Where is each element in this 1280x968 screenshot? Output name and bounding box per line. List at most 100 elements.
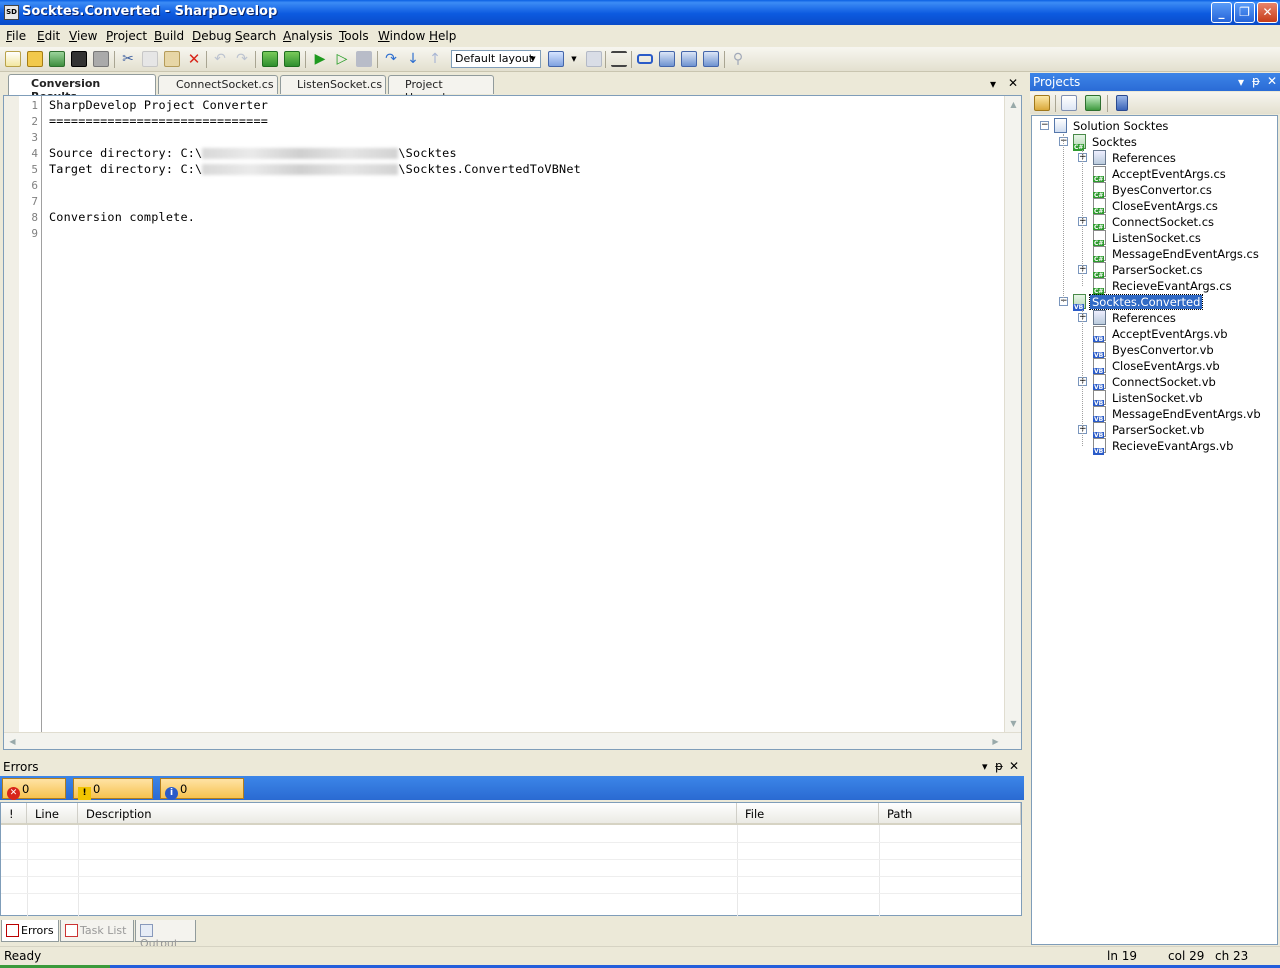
messages-filter-button[interactable]: i0 Messages bbox=[160, 778, 244, 814]
tree-item[interactable]: C# ParserSocket.cs bbox=[1093, 262, 1204, 279]
errors-list[interactable]: ! Line Description File Path bbox=[0, 802, 1022, 917]
layout-dropdown[interactable]: Default layout ▼ bbox=[451, 50, 541, 68]
tree-item[interactable]: C# ByesConvertor.cs bbox=[1093, 182, 1214, 199]
undo-icon[interactable]: ↶ bbox=[212, 51, 228, 67]
errors-pane-dropdown[interactable]: ▾ bbox=[982, 760, 988, 773]
tree-item[interactable]: C# ListenSocket.cs bbox=[1093, 230, 1203, 247]
tree-item[interactable]: VB ParserSocket.vb bbox=[1093, 422, 1206, 439]
menu-debug[interactable]: Debug bbox=[192, 29, 231, 43]
scroll-left-icon[interactable]: ◀ bbox=[4, 733, 21, 750]
tree-item[interactable]: C# MessageEndEventArgs.cs bbox=[1093, 246, 1261, 263]
sharpdevelop-app-icon[interactable]: SD bbox=[4, 5, 19, 20]
copy-icon[interactable] bbox=[142, 51, 158, 67]
minimize-button[interactable]: _ bbox=[1211, 2, 1232, 23]
tab-output[interactable]: Output bbox=[135, 920, 196, 950]
show-all-files-icon[interactable] bbox=[1116, 95, 1128, 111]
editor-horizontal-scrollbar[interactable]: ◀ ▶ bbox=[4, 732, 1021, 749]
tree-item[interactable]: C# AcceptEventArgs.cs bbox=[1093, 166, 1228, 183]
scroll-up-icon[interactable]: ▲ bbox=[1005, 96, 1022, 113]
tab-conversion-results[interactable]: Conversion Results bbox=[8, 74, 156, 103]
menu-search[interactable]: Search bbox=[235, 29, 276, 43]
menu-build[interactable]: Build bbox=[154, 29, 184, 43]
step-out-icon[interactable]: ↑ bbox=[427, 51, 443, 67]
column-header-description[interactable]: Description bbox=[78, 803, 737, 825]
column-header-severity[interactable]: ! bbox=[1, 803, 27, 825]
tree-item[interactable]: VB Socktes.Converted bbox=[1073, 294, 1204, 311]
paste-icon[interactable] bbox=[164, 51, 180, 67]
menu-view[interactable]: View bbox=[69, 29, 97, 43]
redo-icon[interactable]: ↷ bbox=[234, 51, 250, 67]
menu-help[interactable]: Help bbox=[429, 29, 456, 43]
collapse-all-icon[interactable] bbox=[1061, 95, 1077, 111]
tree-item[interactable]: Solution Socktes bbox=[1054, 118, 1170, 134]
tree-item[interactable]: C# RecieveEvantArgs.cs bbox=[1093, 278, 1234, 295]
tab-connectsocket-cs[interactable]: ConnectSocket.cs bbox=[158, 75, 278, 94]
document-list-dropdown[interactable]: ▾ bbox=[990, 77, 996, 91]
menu-tools[interactable]: Tools bbox=[339, 29, 369, 43]
errors-filter-button[interactable]: ✕0 Errors bbox=[2, 778, 66, 814]
run-without-debugger-icon[interactable]: ▷ bbox=[334, 51, 350, 67]
tab-listensocket-cs[interactable]: ListenSocket.cs bbox=[280, 75, 386, 94]
close-pane-icon[interactable]: ✕ bbox=[1267, 74, 1277, 88]
stop-icon[interactable] bbox=[356, 51, 372, 67]
delete-icon[interactable]: ✕ bbox=[186, 51, 202, 67]
close-document-icon[interactable]: ✕ bbox=[1008, 76, 1018, 90]
pin-icon[interactable]: ᵽ bbox=[995, 759, 1003, 773]
comment-icon[interactable] bbox=[637, 54, 653, 64]
save-all-icon[interactable] bbox=[93, 51, 109, 67]
menu-edit[interactable]: Edit bbox=[37, 29, 60, 43]
tab-errors[interactable]: Errors bbox=[1, 920, 59, 942]
menu-file[interactable]: File bbox=[6, 29, 26, 43]
menu-analysis[interactable]: Analysis bbox=[283, 29, 332, 43]
tab-project-upgrade[interactable]: Project Upgrade bbox=[388, 75, 494, 104]
clear-bookmarks-icon[interactable] bbox=[703, 51, 719, 67]
column-header-file[interactable]: File bbox=[737, 803, 879, 825]
bookmark-dropdown-chevron-icon[interactable]: ▼ bbox=[566, 51, 582, 67]
tree-item[interactable]: VB AcceptEventArgs.vb bbox=[1093, 326, 1230, 343]
tree-item[interactable]: References bbox=[1093, 310, 1178, 326]
projects-pane-dropdown[interactable]: ▾ bbox=[1238, 75, 1244, 89]
refresh-icon[interactable] bbox=[1085, 95, 1101, 111]
editor-vertical-scrollbar[interactable]: ▲ ▼ bbox=[1004, 96, 1021, 732]
pin-icon[interactable]: ᵽ bbox=[1252, 74, 1260, 88]
goto-next-icon[interactable] bbox=[681, 51, 697, 67]
build-solution-icon[interactable] bbox=[262, 51, 278, 67]
open-file-icon[interactable] bbox=[27, 51, 43, 67]
run-icon[interactable]: ▶ bbox=[312, 51, 328, 67]
scroll-right-icon[interactable]: ▶ bbox=[987, 733, 1004, 750]
prev-bookmark-icon[interactable] bbox=[586, 51, 602, 67]
tree-item[interactable]: VB ConnectSocket.vb bbox=[1093, 374, 1218, 391]
tree-item[interactable]: C# Socktes bbox=[1073, 134, 1139, 151]
save-icon[interactable] bbox=[71, 51, 87, 67]
properties-icon[interactable] bbox=[1034, 95, 1050, 111]
column-header-line[interactable]: Line bbox=[27, 803, 78, 825]
find-icon[interactable]: ⚲ bbox=[730, 51, 746, 67]
code-editor[interactable]: 1 2 3 4 5 6 7 8 9 SharpDevelop Project C… bbox=[3, 95, 1022, 750]
menu-window[interactable]: Window bbox=[378, 29, 425, 43]
step-over-icon[interactable]: ↷ bbox=[383, 51, 399, 67]
tree-item[interactable]: C# ConnectSocket.cs bbox=[1093, 214, 1216, 231]
cut-icon[interactable]: ✂ bbox=[120, 51, 136, 67]
new-file-icon[interactable] bbox=[5, 51, 21, 67]
toggle-bookmark-icon[interactable] bbox=[548, 51, 564, 67]
project-tree[interactable]: − Solution Socktes − C# Socktes + References C#… bbox=[1031, 115, 1278, 945]
tab-task-list[interactable]: Task List bbox=[60, 920, 134, 942]
goto-prev-icon[interactable] bbox=[659, 51, 675, 67]
close-window-button[interactable]: ✕ bbox=[1257, 2, 1278, 23]
open-solution-icon[interactable] bbox=[49, 51, 65, 67]
restore-button[interactable]: ❐ bbox=[1234, 2, 1255, 23]
tree-expander-icon[interactable]: − bbox=[1040, 121, 1049, 130]
tree-item[interactable]: C# CloseEventArgs.cs bbox=[1093, 198, 1220, 215]
tree-item[interactable]: VB MessageEndEventArgs.vb bbox=[1093, 406, 1263, 423]
scroll-down-icon[interactable]: ▼ bbox=[1005, 715, 1022, 732]
warnings-filter-button[interactable]: !0 Warnings bbox=[73, 778, 153, 814]
tree-item[interactable]: VB CloseEventArgs.vb bbox=[1093, 358, 1222, 375]
build-project-icon[interactable] bbox=[284, 51, 300, 67]
tree-item[interactable]: VB RecieveEvantArgs.vb bbox=[1093, 438, 1235, 455]
tree-item[interactable]: VB ByesConvertor.vb bbox=[1093, 342, 1216, 359]
step-into-icon[interactable]: ↓ bbox=[405, 51, 421, 67]
column-header-path[interactable]: Path bbox=[879, 803, 1021, 825]
tree-item[interactable]: VB ListenSocket.vb bbox=[1093, 390, 1205, 407]
close-pane-icon[interactable]: ✕ bbox=[1009, 759, 1019, 773]
indent-icon[interactable] bbox=[611, 51, 627, 67]
